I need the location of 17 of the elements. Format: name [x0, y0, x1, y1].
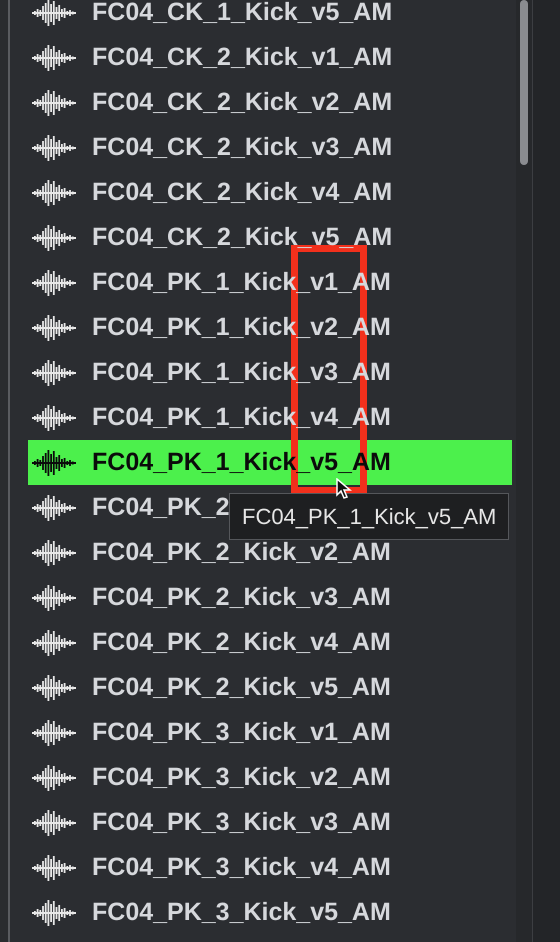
file-name: FC04_PK_3_Kick_v2_AM [92, 763, 391, 792]
file-name: FC04_PK_2_Kick_v2_AM [92, 538, 391, 567]
file-name: FC04_PK_2 [92, 493, 230, 522]
file-name: FC04_PK_2_Kick_v5_AM [92, 673, 391, 702]
file-name: FC04_CK_2_Kick_v4_AM [92, 178, 392, 207]
file-name: FC04_CK_2_Kick_v3_AM [92, 133, 392, 162]
file-name: FC04_PK_3_Kick_v3_AM [92, 808, 391, 837]
file-name: FC04_CK_2_Kick_v1_AM [92, 43, 392, 72]
file-name: FC04_CK_1_Kick_v5_AM [92, 0, 392, 27]
file-name: FC04_PK_2_Kick_v3_AM [92, 583, 391, 612]
file-name: FC04_PK_3_Kick_v1_AM [92, 718, 391, 747]
file-name: FC04_PK_3_Kick_v4_AM [92, 853, 391, 882]
file-name: FC04_CK_2_Kick_v5_AM [92, 223, 392, 252]
file-name: FC04_CK_2_Kick_v2_AM [92, 88, 392, 117]
file-name: FC04_PK_3_Kick_v5_AM [92, 898, 391, 927]
file-name: FC04_PK_2_Kick_v4_AM [92, 628, 391, 657]
tooltip: FC04_PK_1_Kick_v5_AM [229, 493, 510, 540]
